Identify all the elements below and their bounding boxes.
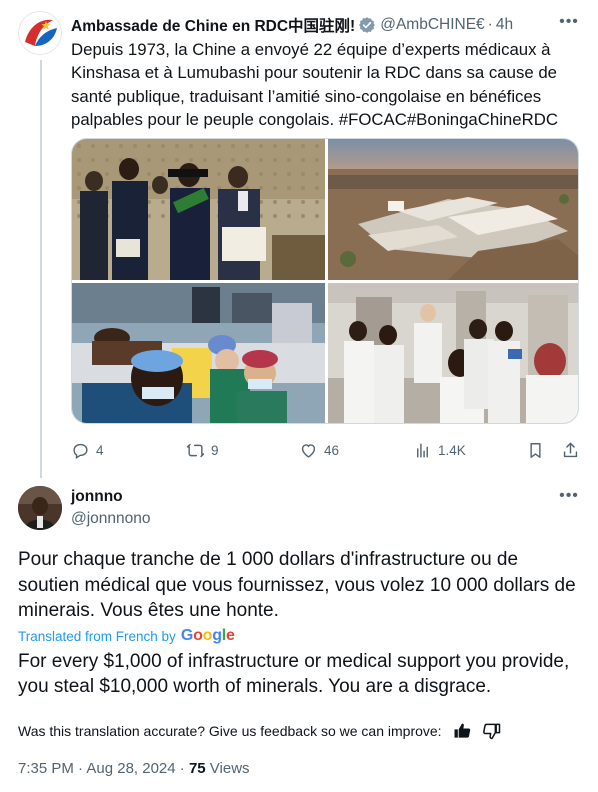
reply-meta: 7:35 PM · Aug 28, 2024 · 75 Views	[18, 760, 250, 777]
repost-icon	[186, 443, 205, 457]
feedback-text: Was this translation accurate? Give us f…	[18, 723, 442, 739]
photo-medical-team[interactable]	[328, 283, 578, 423]
views-count: 1.4K	[438, 442, 466, 458]
embassy-logo-icon	[19, 12, 61, 54]
photo-delegation[interactable]	[72, 139, 325, 280]
heart-icon	[301, 443, 316, 458]
reply-view-count: 75	[188, 760, 206, 777]
bookmark-icon	[530, 442, 541, 458]
thumbs-down-icon[interactable]	[482, 721, 502, 741]
parent-more-options-icon[interactable]: •••	[558, 11, 580, 33]
reply-translated-text: For every $1,000 of infrastructure or me…	[18, 651, 570, 697]
like-count: 46	[324, 442, 340, 458]
parent-author-name[interactable]: Ambassade de Chine en RDC中国驻刚!	[71, 14, 355, 36]
translated-from-label[interactable]: Translated from French by Google	[18, 626, 235, 646]
reply-author-handle[interactable]: @jonnnono	[71, 510, 151, 528]
reply-icon	[73, 443, 88, 459]
verified-badge-icon	[359, 17, 376, 33]
bookmark-button[interactable]	[526, 437, 545, 463]
repost-button[interactable]: 9	[186, 437, 219, 463]
google-logo: Google	[180, 627, 235, 644]
photo-operating-room[interactable]	[72, 283, 325, 423]
thumbs-up-icon[interactable]	[452, 721, 472, 741]
parent-timestamp[interactable]: 4h	[496, 16, 513, 34]
parent-tweet-text: Depuis 1973, la Chine a envoyé 22 équipe…	[71, 40, 558, 129]
parent-author-handle[interactable]: @AmbCHINE€	[380, 16, 484, 34]
translation-feedback: Was this translation accurate? Give us f…	[18, 720, 502, 742]
like-button[interactable]: 46	[299, 437, 339, 463]
parent-photo-grid	[71, 138, 579, 424]
reply-author-name[interactable]: jonnno	[71, 488, 123, 506]
photo-hospital-aerial[interactable]	[328, 139, 578, 280]
reply-count: 4	[96, 442, 104, 458]
analytics-icon	[417, 442, 428, 458]
views-button[interactable]: 1.4K	[413, 437, 466, 463]
reply-timestamp[interactable]: 7:35 PM · Aug 28, 2024 ·	[18, 760, 189, 777]
parent-action-bar: 4 9 46 1.4K	[71, 437, 583, 463]
avatar-image	[18, 486, 62, 530]
reply-original-text: Pour chaque tranche de 1 000 dollars d'i…	[18, 549, 576, 621]
repost-count: 9	[211, 442, 219, 458]
parent-tweet-header: Ambassade de Chine en RDC中国驻刚! @AmbCHINE…	[71, 14, 581, 36]
embassy-avatar[interactable]	[18, 11, 62, 55]
parent-tweet[interactable]: Ambassade de Chine en RDC中国驻刚! @AmbCHINE…	[0, 0, 598, 478]
separator-dot: ·	[487, 16, 493, 33]
share-button[interactable]	[561, 437, 580, 463]
reply-views-label: Views	[205, 760, 250, 777]
reply-more-options-icon[interactable]: •••	[558, 485, 580, 507]
share-icon	[563, 442, 578, 457]
translated-label-text: Translated from French by	[18, 628, 176, 644]
reply-author-avatar[interactable]	[18, 486, 62, 530]
reply-button[interactable]: 4	[71, 437, 104, 463]
